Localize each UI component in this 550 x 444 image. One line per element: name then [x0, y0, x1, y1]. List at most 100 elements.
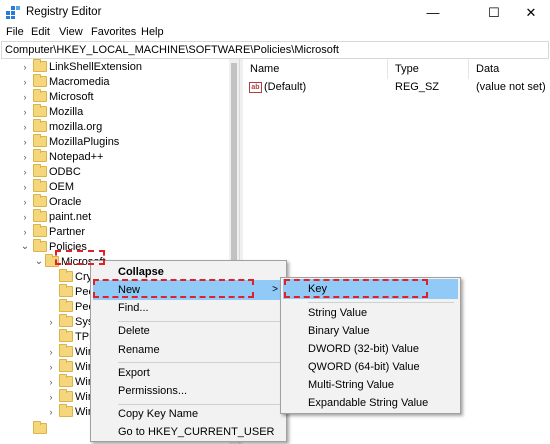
column-header-type[interactable]: Type — [388, 59, 469, 79]
chevron-right-icon[interactable]: › — [20, 59, 30, 75]
folder-icon — [33, 239, 47, 252]
submenu-item-expandable-string-value[interactable]: Expandable String Value — [283, 393, 458, 413]
registry-editor-icon — [6, 6, 20, 19]
tree-item[interactable]: › OEM — [0, 179, 229, 195]
annotation-microsoft-highlight — [55, 250, 105, 265]
chevron-right-icon[interactable]: › — [20, 104, 30, 120]
string-value-icon: ab — [249, 82, 262, 93]
tree-item[interactable]: › Mozilla — [0, 104, 229, 120]
maximize-icon: ☐ — [488, 4, 500, 20]
tree-item[interactable]: › MozillaPlugins — [0, 134, 229, 150]
folder-icon — [33, 179, 47, 192]
submenu-item-binary-value[interactable]: Binary Value — [283, 321, 458, 341]
tree-item[interactable]: ⌄ Policies — [0, 239, 229, 255]
close-button[interactable]: ✕ — [508, 0, 550, 25]
chevron-right-icon[interactable]: › — [20, 179, 30, 195]
chevron-right-icon[interactable]: › — [20, 134, 30, 150]
folder-icon — [33, 149, 47, 162]
value-type: REG_SZ — [395, 81, 440, 93]
tree-item[interactable]: › mozilla.org — [0, 119, 229, 135]
tree-item-label: Notepad++ — [49, 151, 104, 163]
tree-item-label: OEM — [49, 181, 75, 193]
tree-item[interactable]: › Notepad++ — [0, 149, 229, 165]
folder-icon — [59, 299, 73, 312]
folder-icon — [59, 359, 73, 372]
address-bar[interactable]: Computer\HKEY_LOCAL_MACHINE\SOFTWARE\Pol… — [1, 41, 549, 59]
tree-item[interactable]: › Partner — [0, 224, 229, 240]
tree-item[interactable]: › LinkShellExtension — [0, 59, 229, 75]
tree-item-label: paint.net — [49, 211, 92, 223]
minimize-button[interactable]: — — [410, 0, 456, 25]
value-name: (Default) — [264, 81, 307, 93]
tree-item-label: Partner — [49, 226, 86, 238]
menu-item-export[interactable]: Export — [93, 363, 284, 383]
tree-item[interactable]: › Microsoft — [0, 89, 229, 105]
close-icon: ✕ — [525, 4, 537, 20]
folder-icon — [33, 74, 47, 87]
menu-bar: File Edit View Favorites Help — [0, 25, 550, 42]
chevron-right-icon[interactable]: › — [20, 224, 30, 240]
chevron-right-icon[interactable]: › — [46, 344, 56, 360]
tree-item-label: ODBC — [49, 166, 81, 178]
folder-icon — [59, 389, 73, 402]
column-header-name[interactable]: Name — [243, 59, 388, 79]
tree-item[interactable]: › Oracle — [0, 194, 229, 210]
chevron-right-icon[interactable]: › — [20, 119, 30, 135]
chevron-right-icon[interactable]: › — [46, 314, 56, 330]
tree-item-label: Mozilla — [49, 106, 84, 118]
annotation-key-highlight — [284, 279, 428, 298]
chevron-right-icon[interactable]: › — [20, 89, 30, 105]
menu-item-delete[interactable]: Delete — [93, 321, 284, 341]
submenu-item-multi-string-value[interactable]: Multi-String Value — [283, 375, 458, 395]
tree-item-label: Microsoft — [49, 91, 94, 103]
menu-view[interactable]: View — [59, 26, 83, 38]
folder-icon — [33, 224, 47, 237]
column-header-data[interactable]: Data — [469, 59, 550, 79]
folder-icon — [59, 329, 73, 342]
chevron-right-icon[interactable]: › — [20, 74, 30, 90]
chevron-right-icon[interactable]: › — [46, 404, 56, 420]
submenu-item-qword-value[interactable]: QWORD (64-bit) Value — [283, 357, 458, 377]
chevron-right-icon[interactable]: › — [20, 164, 30, 180]
folder-icon — [59, 269, 73, 282]
tree-item-label: MozillaPlugins — [49, 136, 120, 148]
chevron-right-icon[interactable]: › — [20, 194, 30, 210]
chevron-right-icon[interactable]: › — [46, 389, 56, 405]
menu-file[interactable]: File — [6, 26, 24, 38]
value-data: (value not set) — [476, 81, 546, 93]
menu-edit[interactable]: Edit — [31, 26, 50, 38]
tree-item[interactable]: › ODBC — [0, 164, 229, 180]
submenu-arrow-icon: > — [272, 284, 278, 295]
folder-icon — [33, 194, 47, 207]
folder-icon — [59, 404, 73, 417]
menu-item-find[interactable]: Find... — [93, 298, 284, 318]
chevron-right-icon[interactable]: › — [46, 374, 56, 390]
title-bar: Registry Editor — ☐ ✕ — [0, 0, 550, 25]
submenu-item-string-value[interactable]: String Value — [283, 303, 458, 323]
tree-item-label: Macromedia — [49, 76, 110, 88]
tree-item[interactable]: › Macromedia — [0, 74, 229, 90]
window-title: Registry Editor — [26, 6, 102, 18]
folder-icon — [33, 104, 47, 117]
menu-help[interactable]: Help — [141, 26, 164, 38]
menu-item-copy-key-name[interactable]: Copy Key Name — [93, 404, 284, 424]
folder-icon — [33, 164, 47, 177]
chevron-down-icon[interactable]: ⌄ — [20, 239, 30, 255]
folder-icon — [33, 119, 47, 132]
submenu-item-dword-value[interactable]: DWORD (32-bit) Value — [283, 339, 458, 359]
menu-item-goto-hkcu[interactable]: Go to HKEY_CURRENT_USER — [93, 422, 284, 442]
chevron-down-icon[interactable]: ⌄ — [34, 254, 44, 270]
folder-icon — [59, 284, 73, 297]
tree-item-label: LinkShellExtension — [49, 61, 142, 73]
chevron-right-icon[interactable]: › — [46, 359, 56, 375]
scrollbar-thumb[interactable] — [231, 63, 237, 263]
folder-icon — [59, 374, 73, 387]
menu-item-permissions[interactable]: Permissions... — [93, 381, 284, 401]
menu-item-rename[interactable]: Rename — [93, 340, 284, 360]
tree-item[interactable]: › paint.net — [0, 209, 229, 225]
chevron-right-icon[interactable]: › — [20, 149, 30, 165]
folder-icon — [33, 59, 47, 72]
menu-favorites[interactable]: Favorites — [91, 26, 136, 38]
chevron-right-icon[interactable]: › — [20, 209, 30, 225]
value-row[interactable]: ab (Default) REG_SZ (value not set) — [243, 79, 550, 96]
